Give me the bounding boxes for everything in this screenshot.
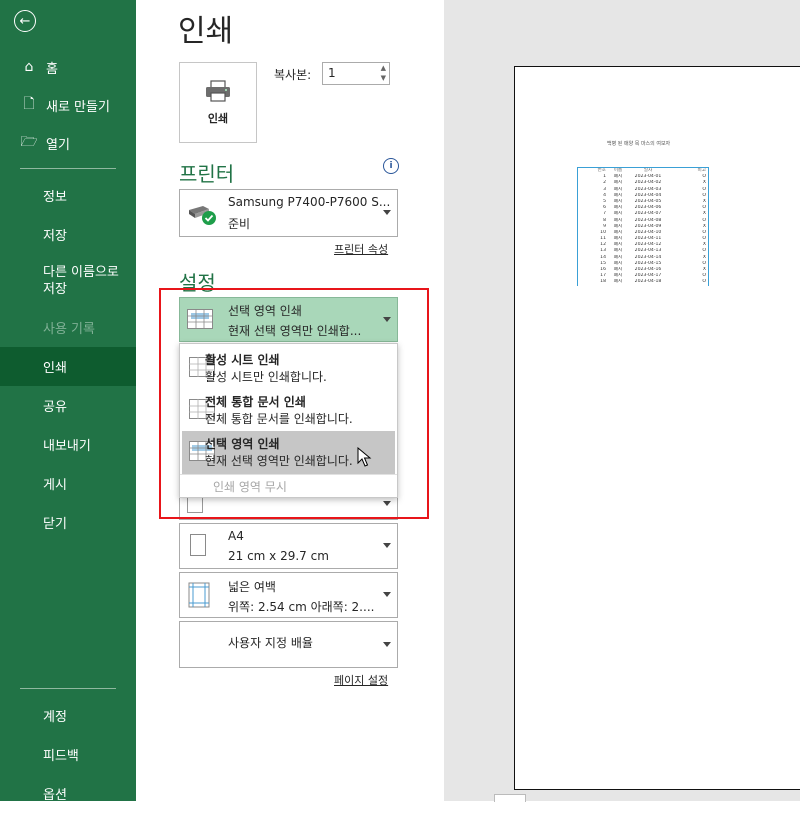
chevron-down-icon xyxy=(383,543,391,548)
printer-section-title: 프린터 xyxy=(179,162,235,186)
sidebar-item-publish[interactable]: 게시 xyxy=(0,464,136,503)
paper-size-title: A4 xyxy=(228,529,244,543)
highlight-frame xyxy=(159,288,429,519)
chevron-down-icon xyxy=(383,592,391,597)
sidebar-item-history: 사용 기록 xyxy=(43,322,95,337)
margins-dropdown[interactable]: 넓은 여백 위쪽: 2.54 cm 아래쪽: 2.... xyxy=(179,572,398,618)
sidebar-item-feedback[interactable]: 피드백 xyxy=(0,735,136,774)
print-button[interactable]: 인쇄 xyxy=(179,62,257,143)
paper-size-dropdown[interactable]: A4 21 cm x 29.7 cm xyxy=(179,523,398,569)
table-cell: 폐지 xyxy=(613,279,623,285)
sidebar-item-open[interactable]: 🗁 열기 xyxy=(0,124,136,162)
paper-size-desc: 21 cm x 29.7 cm xyxy=(228,549,329,563)
preview-sheet-title: 백병 된 매양 목 마스의 여보자 xyxy=(607,141,671,147)
page-setup-link[interactable]: 페이지 설정 xyxy=(334,672,388,688)
table-row: 18 폐지 2023-04-18 O xyxy=(578,279,708,285)
sidebar-item-export[interactable]: 내보내기 xyxy=(0,425,136,464)
printer-ready-icon xyxy=(187,202,217,230)
back-arrow-icon[interactable]: ← xyxy=(14,10,36,32)
table-cell: 18 xyxy=(600,279,606,285)
sidebar-item-save-as[interactable]: 다른 이름으로 저장 xyxy=(0,254,136,308)
new-document-icon: 🗋 xyxy=(23,96,35,112)
copies-stepper[interactable]: 1 ▲ ▼ xyxy=(322,62,390,85)
preview-page: 백병 된 매양 목 마스의 여보자 번호 이름 일자 비고 1 폐지 2023-04… xyxy=(514,66,800,790)
info-icon[interactable]: i xyxy=(383,158,399,174)
sidebar-item-info[interactable]: 정보 xyxy=(0,176,136,215)
printer-status: 준비 xyxy=(228,217,251,231)
printer-icon xyxy=(205,79,231,102)
sidebar-item-account[interactable]: 계정 xyxy=(0,696,136,735)
chevron-down-icon xyxy=(383,641,391,647)
preview-table: 번호 이름 일자 비고 1 폐지 2023-04-01 O 2 폐지 2023-04-02 X… xyxy=(577,167,709,286)
scaling-title: 사용자 지정 배율 xyxy=(228,636,313,650)
sidebar-item-new[interactable]: 🗋 새로 만들기 xyxy=(0,86,136,124)
backstage-sidebar: ← ⌂ 홈 🗋 새로 만들기 🗁 열기 정보 저장 다른 이름으로 저장 사용 … xyxy=(0,0,136,803)
printer-properties-link[interactable]: 프린터 속성 xyxy=(334,241,388,257)
sidebar-item-options[interactable]: 옵션 xyxy=(0,774,136,813)
printer-dropdown[interactable]: Samsung P7400-P7600 S... 준비 xyxy=(179,189,398,237)
sidebar-item-label: 열기 xyxy=(46,137,70,153)
sidebar-item-save[interactable]: 저장 xyxy=(0,215,136,254)
copies-label: 복사본: xyxy=(274,68,312,82)
sidebar-item-home[interactable]: ⌂ 홈 xyxy=(0,48,136,86)
sidebar-main-nav: 정보 저장 다른 이름으로 저장 사용 기록 인쇄 공유 내보내기 게시 닫기 xyxy=(0,176,136,542)
sidebar-divider xyxy=(20,168,116,169)
sidebar-top-nav: ⌂ 홈 🗋 새로 만들기 🗁 열기 xyxy=(0,48,136,162)
sidebar-divider xyxy=(20,688,116,689)
sidebar-item-share[interactable]: 공유 xyxy=(0,386,136,425)
margins-icon xyxy=(187,582,213,612)
sidebar-bottom-nav: 계정 피드백 옵션 xyxy=(0,696,136,813)
paper-icon xyxy=(190,534,206,556)
sidebar-item-label: 새로 만들기 xyxy=(46,99,110,115)
open-folder-icon: 🗁 xyxy=(20,134,38,150)
table-cell: 2023-04-18 xyxy=(634,279,662,285)
scaling-dropdown[interactable]: 사용자 지정 배율 xyxy=(179,621,398,668)
sidebar-item-label: 홈 xyxy=(46,61,58,77)
sidebar-item-label: 다른 이름으로 저장 xyxy=(43,265,119,297)
page-title: 인쇄 xyxy=(178,14,234,49)
copies-value: 1 xyxy=(328,66,336,80)
home-icon: ⌂ xyxy=(24,59,34,75)
chevron-down-icon xyxy=(383,210,391,215)
spin-arrows-icon[interactable]: ▲ ▼ xyxy=(381,63,386,83)
margins-desc: 위쪽: 2.54 cm 아래쪽: 2.... xyxy=(228,600,375,614)
print-button-label: 인쇄 xyxy=(207,111,229,125)
margins-title: 넓은 여백 xyxy=(228,580,276,594)
table-cell: O xyxy=(702,279,706,285)
sidebar-item-close[interactable]: 닫기 xyxy=(0,503,136,542)
sidebar-item-print[interactable]: 인쇄 xyxy=(0,347,136,386)
printer-name: Samsung P7400-P7600 S... xyxy=(228,195,391,209)
